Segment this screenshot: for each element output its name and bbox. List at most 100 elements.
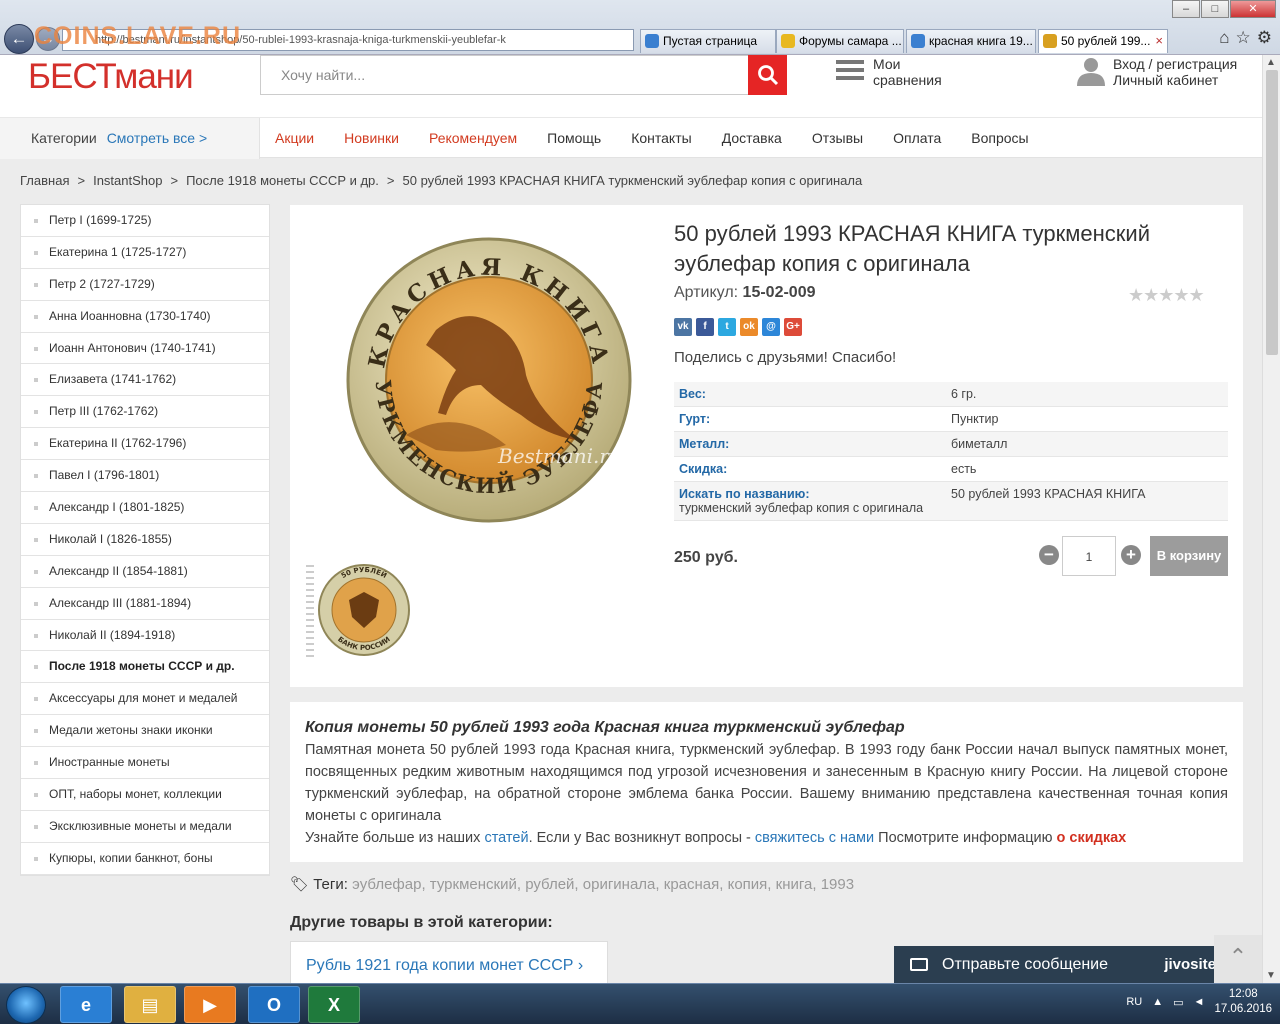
menu-item-6[interactable]: Отзывы — [812, 118, 863, 159]
account-link[interactable]: Вход / регистрация Личный кабинет — [1113, 56, 1237, 88]
search-button[interactable] — [748, 55, 787, 95]
contact-us-link[interactable]: свяжитесь с нами — [755, 830, 874, 846]
menu-item-3[interactable]: Помощь — [547, 118, 601, 159]
sidebar-item[interactable]: ОПТ, наборы монет, коллекции — [21, 779, 269, 811]
volume-icon[interactable]: ◄ — [1194, 996, 1205, 1008]
tray-arrow-icon[interactable]: ▲ — [1152, 996, 1163, 1008]
compare-link[interactable]: Мои сравнения — [873, 56, 942, 88]
scroll-to-top-button[interactable]: ⌃ — [1214, 935, 1262, 983]
taskbar-excel[interactable]: X — [308, 986, 360, 1023]
menu-item-5[interactable]: Доставка — [722, 118, 782, 159]
home-icon[interactable]: ⌂ — [1219, 28, 1229, 48]
site-logo[interactable]: БЕСТмани — [28, 57, 194, 97]
tag-link[interactable]: книга — [776, 876, 813, 893]
tag-link[interactable]: 1993 — [821, 876, 854, 893]
start-button[interactable] — [6, 986, 46, 1024]
sidebar-item[interactable]: Александр II (1854-1881) — [21, 556, 269, 588]
sidebar-item[interactable]: Павел I (1796-1801) — [21, 460, 269, 493]
coin-thumbnail[interactable]: 50 РУБЛЕЙ БАНК РОССИИ — [304, 562, 414, 662]
browser-tab-0[interactable]: Пустая страница — [640, 29, 776, 53]
tag-link[interactable]: туркменский — [430, 876, 517, 893]
sidebar-item[interactable]: Петр I (1699-1725) — [21, 205, 269, 237]
menu-item-4[interactable]: Контакты — [631, 118, 691, 159]
breadcrumb-item-2[interactable]: После 1918 монеты СССР и др. — [186, 173, 379, 188]
sidebar-item[interactable]: Петр 2 (1727-1729) — [21, 269, 269, 301]
tag-separator: , — [655, 876, 664, 893]
product-description: Копия монеты 50 рублей 1993 года Красная… — [290, 702, 1243, 862]
googleplus-icon[interactable]: G+ — [784, 318, 802, 336]
odnoklassniki-icon[interactable]: ok — [740, 318, 758, 336]
network-icon[interactable]: ▭ — [1173, 996, 1183, 1009]
breadcrumb-item-0[interactable]: Главная — [20, 173, 69, 188]
sidebar-item[interactable]: Иоанн Антонович (1740-1741) — [21, 333, 269, 365]
tag-link[interactable]: эублефар — [352, 876, 421, 893]
tag-link[interactable]: красная — [664, 876, 720, 893]
favorites-icon[interactable]: ☆ — [1236, 28, 1251, 48]
browser-tab-2[interactable]: красная книга 19... — [906, 29, 1036, 53]
windows-taskbar: e ▤ ▶ O X RU ▲ ▭ ◄ 12:08 17.06.2016 — [0, 983, 1280, 1024]
taskbar-media-player[interactable]: ▶ — [184, 986, 236, 1023]
qty-decrease-button[interactable]: − — [1039, 545, 1059, 565]
sidebar-item[interactable]: Елизавета (1741-1762) — [21, 364, 269, 397]
browser-tab-3[interactable]: 50 рублей 199... × — [1038, 29, 1168, 53]
see-all-link[interactable]: Смотреть все > — [107, 130, 207, 146]
gear-icon[interactable]: ⚙ — [1257, 28, 1272, 48]
sidebar-item[interactable]: Купюры, копии банкнот, боны — [21, 843, 269, 875]
qty-increase-button[interactable]: + — [1121, 545, 1141, 565]
sidebar-item[interactable]: Александр I (1801-1825) — [21, 492, 269, 524]
sidebar-item[interactable]: Анна Иоанновна (1730-1740) — [21, 301, 269, 333]
taskbar-ie[interactable]: e — [60, 986, 112, 1023]
scroll-down-arrow-icon[interactable]: ▼ — [1266, 970, 1276, 981]
compare-list-icon[interactable] — [836, 60, 864, 84]
browser-tab-1[interactable]: Форумы самара ... — [776, 29, 904, 53]
clock[interactable]: 12:08 17.06.2016 — [1214, 987, 1272, 1017]
chat-widget[interactable]: Отправьте сообщение jivosite — [894, 946, 1230, 983]
close-window-button[interactable]: ✕ — [1230, 0, 1276, 18]
tag-link[interactable]: оригинала — [583, 876, 656, 893]
search-input[interactable]: Хочу найти... — [260, 55, 749, 95]
minimize-button[interactable]: – — [1172, 0, 1200, 18]
menu-item-8[interactable]: Вопросы — [971, 118, 1028, 159]
menu-item-0[interactable]: Акции — [275, 118, 314, 159]
coin-image[interactable]: КРАСНАЯ КНИГА ТУРКМЕНСКИЙ ЭУБЛЕФАР Bestm… — [346, 235, 632, 525]
user-icon[interactable] — [1076, 56, 1106, 86]
menu-item-1[interactable]: Новинки — [344, 118, 399, 159]
sidebar-item[interactable]: Николай II (1894-1918) — [21, 620, 269, 652]
articles-link[interactable]: статей — [484, 830, 528, 846]
menu-item-7[interactable]: Оплата — [893, 118, 941, 159]
more-prefix: Узнайте больше из наших — [305, 830, 481, 846]
sidebar-item[interactable]: Петр III (1762-1762) — [21, 396, 269, 429]
mailru-icon[interactable]: @ — [762, 318, 780, 336]
sidebar-item[interactable]: Екатерина 1 (1725-1727) — [21, 237, 269, 269]
tag-link[interactable]: копия — [728, 876, 768, 893]
scrollbar-thumb[interactable] — [1266, 70, 1278, 355]
maximize-button[interactable]: □ — [1201, 0, 1229, 18]
menu-item-2[interactable]: Рекомендуем — [429, 118, 517, 159]
sidebar-item[interactable]: Александр III (1881-1894) — [21, 588, 269, 620]
taskbar-explorer[interactable]: ▤ — [124, 986, 176, 1023]
sidebar-item[interactable]: Иностранные монеты — [21, 747, 269, 780]
sidebar-item[interactable]: Аксессуары для монет и медалей — [21, 683, 269, 716]
back-button[interactable]: ← — [4, 24, 34, 54]
other-product-link[interactable]: Рубль 1921 года копии монет СССР › — [290, 941, 608, 983]
quantity-input[interactable]: 1 — [1062, 536, 1116, 576]
tab-close-icon[interactable]: × — [1155, 30, 1163, 52]
taskbar-outlook[interactable]: O — [248, 986, 300, 1023]
twitter-icon[interactable]: t — [718, 318, 736, 336]
sidebar-item[interactable]: Николай I (1826-1855) — [21, 524, 269, 556]
sidebar-item[interactable]: Эксклюзивные монеты и медали — [21, 811, 269, 843]
facebook-icon[interactable]: f — [696, 318, 714, 336]
categories-menu[interactable]: Категории Смотреть все > — [0, 118, 260, 159]
breadcrumb-item-1[interactable]: InstantShop — [93, 173, 162, 188]
language-indicator[interactable]: RU — [1126, 996, 1142, 1008]
page-scrollbar[interactable]: ▲ ▼ — [1262, 55, 1280, 983]
vk-icon[interactable]: vk — [674, 318, 692, 336]
discounts-link[interactable]: о скидках — [1057, 830, 1127, 846]
sidebar-item[interactable]: Медали жетоны знаки иконки — [21, 715, 269, 748]
sidebar-item[interactable]: Екатерина II (1762-1796) — [21, 428, 269, 461]
add-to-cart-button[interactable]: В корзину — [1150, 536, 1228, 576]
sidebar-item[interactable]: После 1918 монеты СССР и др. — [21, 651, 269, 684]
rating-stars[interactable]: ★★★★★ — [1128, 285, 1205, 306]
tag-link[interactable]: рублей — [525, 876, 574, 893]
scroll-up-arrow-icon[interactable]: ▲ — [1266, 57, 1276, 68]
